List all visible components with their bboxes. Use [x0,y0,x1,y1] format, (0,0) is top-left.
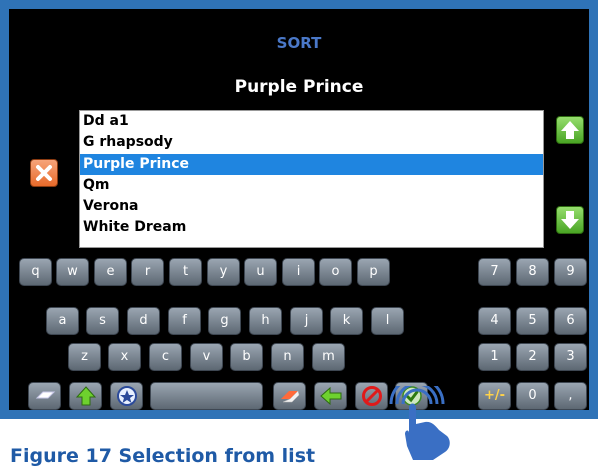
key-u[interactable]: u [244,258,277,286]
key-q[interactable]: q [19,258,52,286]
stop-icon [361,386,382,406]
list-item[interactable]: Verona [80,196,543,217]
key-c[interactable]: c [149,343,182,371]
key-d[interactable]: d [127,307,160,335]
stop-key[interactable] [355,382,388,410]
sort-title: SORT [276,34,322,52]
list-item[interactable]: G rhapsody [80,132,543,153]
touch-hand-icon [389,386,450,460]
key-k[interactable]: k [330,307,363,335]
key-l[interactable]: l [371,307,404,335]
list-item-selected[interactable]: Purple Prince [80,153,543,175]
key-1[interactable]: 1 [478,343,511,371]
key-t[interactable]: t [169,258,202,286]
key-plus-minus[interactable]: +/- [478,382,511,410]
list-item[interactable]: White Dream [80,217,543,238]
key-v[interactable]: v [190,343,223,371]
scroll-up-button[interactable] [556,116,584,144]
key-9[interactable]: 9 [554,258,587,286]
clear-key[interactable] [28,382,61,410]
key-r[interactable]: r [131,258,164,286]
key-o[interactable]: o [319,258,352,286]
key-z[interactable]: z [68,343,101,371]
cancel-icon [36,165,52,181]
key-5[interactable]: 5 [516,307,549,335]
eraser-icon [280,390,299,403]
key-y[interactable]: y [207,258,240,286]
arrow-up-icon [561,121,579,139]
key-3[interactable]: 3 [554,343,587,371]
key-n[interactable]: n [271,343,304,371]
key-comma[interactable]: , [554,382,587,410]
shift-key[interactable] [69,382,102,410]
scroll-down-button[interactable] [556,206,584,234]
key-2[interactable]: 2 [516,343,549,371]
screen-frame: SORT Purple Prince Dd a1 G rhapsody Purp… [0,0,598,419]
key-j[interactable]: j [290,307,323,335]
shift-icon [75,386,96,406]
key-b[interactable]: b [230,343,263,371]
key-w[interactable]: w [56,258,89,286]
list-item[interactable]: Qm [80,175,543,196]
key-s[interactable]: s [86,307,119,335]
key-0[interactable]: 0 [516,382,549,410]
list-item[interactable]: Dd a1 [80,111,543,132]
key-i[interactable]: i [282,258,315,286]
key-7[interactable]: 7 [478,258,511,286]
clear-icon [35,391,55,399]
special-char-key[interactable] [110,382,143,410]
backspace-key[interactable] [314,382,347,410]
figure-caption: Figure 17 Selection from list [10,445,316,467]
key-6[interactable]: 6 [554,307,587,335]
selection-list[interactable]: Dd a1 G rhapsody Purple Prince Qm Verona… [79,110,544,248]
eraser-key[interactable] [273,382,306,410]
key-f[interactable]: f [168,307,201,335]
key-g[interactable]: g [208,307,241,335]
key-h[interactable]: h [249,307,282,335]
selected-value: Purple Prince [234,77,364,97]
key-p[interactable]: p [357,258,390,286]
arrow-down-icon [561,211,579,229]
backspace-icon [319,387,341,405]
cancel-button[interactable] [30,159,58,187]
key-m[interactable]: m [312,343,345,371]
special-char-icon [116,386,137,406]
key-4[interactable]: 4 [478,307,511,335]
key-e[interactable]: e [94,258,127,286]
key-x[interactable]: x [108,343,141,371]
key-8[interactable]: 8 [516,258,549,286]
space-key[interactable] [150,382,263,410]
key-a[interactable]: a [46,307,79,335]
screen-display: SORT Purple Prince Dd a1 G rhapsody Purp… [9,9,589,410]
